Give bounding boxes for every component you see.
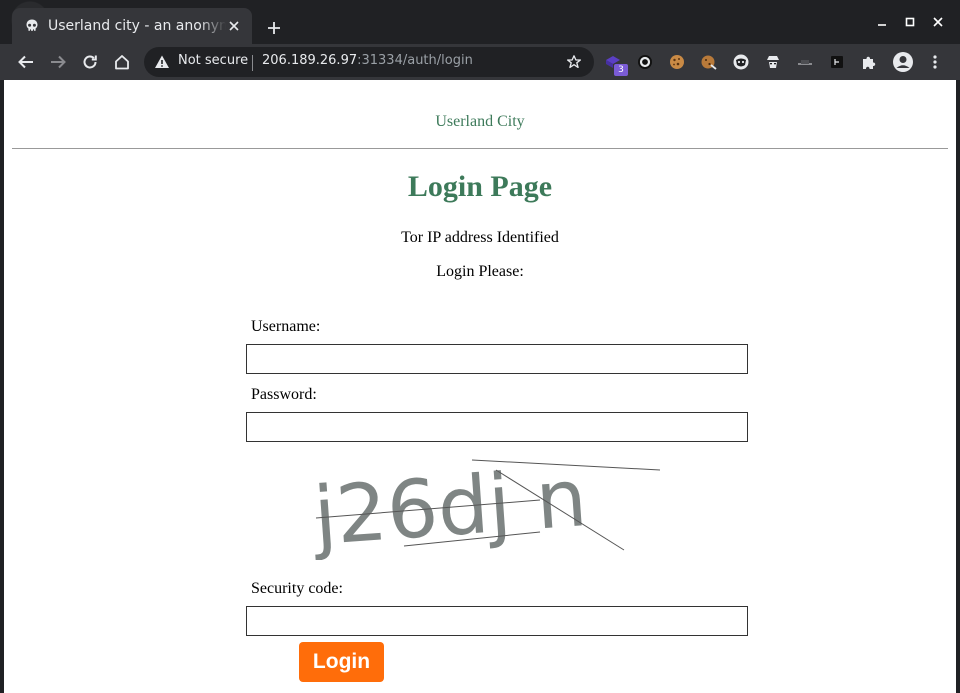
url-host: 206.189.26.97 (262, 53, 358, 68)
close-window-icon[interactable] (930, 14, 946, 30)
site-name[interactable]: Userland City (4, 113, 956, 131)
username-input[interactable] (246, 344, 748, 374)
skull-icon (24, 18, 40, 34)
extension-ring-icon[interactable] (636, 53, 654, 71)
extension-mask-icon[interactable] (732, 53, 750, 71)
password-input[interactable] (246, 412, 748, 442)
login-button[interactable]: Login (299, 642, 384, 682)
cookie-editor-icon[interactable] (700, 53, 718, 71)
bookmark-star-icon[interactable] (566, 54, 582, 70)
cookie-icon[interactable] (668, 53, 686, 71)
captcha-text: j26dj n (309, 452, 590, 560)
browser-toolbar: Not secure 206.189.26.97:31334/auth/logi… (0, 44, 960, 80)
new-tab-icon[interactable] (262, 16, 286, 40)
profile-avatar-icon[interactable] (892, 51, 914, 73)
login-prompt: Login Please: (436, 263, 524, 280)
browser-menu-icon[interactable] (926, 53, 944, 71)
extension-dark-square-icon[interactable] (828, 53, 846, 71)
forward-icon[interactable] (46, 50, 70, 74)
maximize-icon[interactable] (902, 14, 918, 30)
close-tab-icon[interactable] (226, 18, 242, 34)
extension-badge: 3 (614, 64, 628, 76)
url-text[interactable]: 206.189.26.97:31334/auth/login (262, 53, 473, 68)
extensions-puzzle-icon[interactable] (860, 53, 878, 71)
home-icon[interactable] (110, 50, 134, 74)
page-viewport: Userland City Login Page Tor IP address … (4, 80, 956, 693)
reload-icon[interactable] (78, 50, 102, 74)
header-divider (12, 148, 948, 149)
security-code-label: Security code: (251, 580, 343, 597)
extension-spy-icon[interactable] (764, 53, 782, 71)
username-label: Username: (251, 318, 321, 335)
security-status[interactable]: Not secure (178, 53, 248, 68)
security-code-input[interactable] (246, 606, 748, 636)
minimize-icon[interactable] (874, 14, 890, 30)
tab-title: Userland city - an anonymous (48, 18, 226, 34)
tor-notice: Tor IP address Identified (401, 229, 559, 246)
password-label: Password: (251, 386, 317, 403)
omnibox-divider (252, 55, 253, 71)
warning-icon[interactable] (154, 54, 170, 70)
browser-tab[interactable]: Userland city - an anonymous (12, 8, 252, 44)
address-bar[interactable]: Not secure 206.189.26.97:31334/auth/logi… (144, 47, 594, 77)
captcha-image: j26dj n (309, 452, 661, 560)
url-path: :31334/auth/login (357, 53, 473, 68)
extension-hat-icon[interactable] (796, 53, 814, 71)
tab-strip: Userland city - an anonymous (0, 0, 960, 44)
page-title: Login Page (407, 170, 553, 203)
back-icon[interactable] (14, 50, 38, 74)
